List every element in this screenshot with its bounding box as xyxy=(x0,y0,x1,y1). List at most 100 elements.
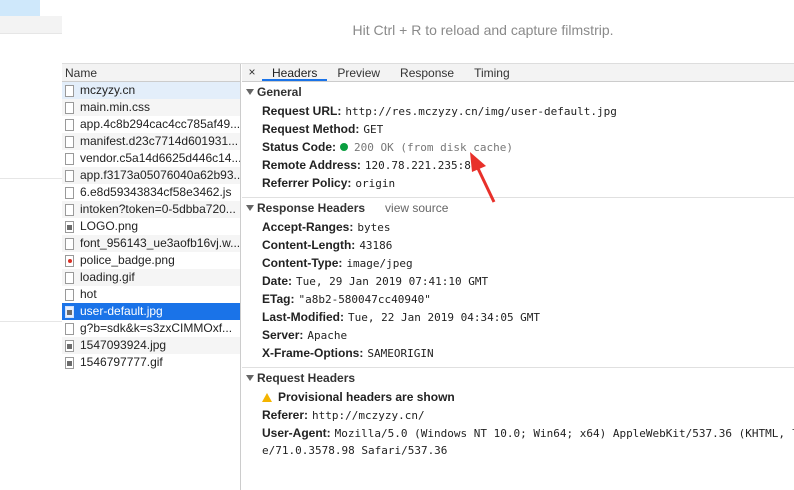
header-key: Remote Address: xyxy=(262,158,361,172)
request-row[interactable]: app.4c8b294cac4cc785af49... xyxy=(62,116,240,133)
header-key: Date: xyxy=(262,274,293,288)
request-name: g?b=sdk&k=s3zxCIMMOxf... xyxy=(80,321,233,335)
response-header-row: Server: Apache xyxy=(242,326,794,344)
request-row[interactable]: police_badge.png xyxy=(62,252,240,269)
file-icon xyxy=(65,322,74,335)
image-file-icon xyxy=(65,356,74,369)
header-key: Accept-Ranges: xyxy=(262,220,354,234)
warning-icon xyxy=(262,392,272,402)
page-background-gray-bar xyxy=(0,16,62,34)
request-list: mczyzy.cn main.min.css app.4c8b294cac4cc78… xyxy=(62,82,240,371)
header-value: origin xyxy=(355,177,396,190)
response-header-row: ETag: "a8b2-580047cc40940" xyxy=(242,290,794,308)
request-row[interactable]: mczyzy.cn xyxy=(62,82,240,99)
file-icon xyxy=(65,186,74,199)
request-row[interactable]: LOGO.png xyxy=(62,218,240,235)
general-section: General Request URL: http://res.mczyzy.cn… xyxy=(242,82,794,198)
tab-response[interactable]: Response xyxy=(390,64,464,81)
view-source-link[interactable]: view source xyxy=(385,198,448,218)
header-row-remote-address: Remote Address: 120.78.221.235:80 xyxy=(242,156,794,174)
file-icon xyxy=(65,288,74,301)
detail-tabbar: × Headers Preview Response Timing xyxy=(242,64,794,82)
header-value: 200 OK (from disk cache) xyxy=(354,141,513,154)
provisional-warning: Provisional headers are shown xyxy=(242,388,794,406)
tab-headers[interactable]: Headers xyxy=(262,64,328,81)
request-name: user-default.jpg xyxy=(80,304,163,318)
request-row[interactable]: 1546797777.gif xyxy=(62,354,240,371)
tab-preview[interactable]: Preview xyxy=(327,64,390,81)
request-detail-panel: × Headers Preview Response Timing Genera… xyxy=(242,64,794,490)
page-background xyxy=(0,0,62,490)
header-key: Referer: xyxy=(262,408,309,422)
header-key: Content-Type: xyxy=(262,256,343,270)
header-value: GET xyxy=(363,123,384,136)
triangle-down-icon xyxy=(246,89,254,95)
file-icon xyxy=(65,203,74,216)
request-row[interactable]: vendor.c5a14d6625d446c14... xyxy=(62,150,240,167)
file-icon xyxy=(65,118,74,131)
header-key: Server: xyxy=(262,328,304,342)
request-row[interactable]: intoken?token=0-5dbba720... xyxy=(62,201,240,218)
request-row[interactable]: manifest.d23c7714d601931... xyxy=(62,133,240,150)
request-name: font_956143_ue3aofb16vj.w... xyxy=(80,236,240,250)
request-name: vendor.c5a14d6625d446c14... xyxy=(80,151,240,165)
header-value: Mozilla/5.0 (Windows NT 10.0; Win64; x64… xyxy=(334,427,794,440)
header-value: Tue, 22 Jan 2019 04:34:05 GMT xyxy=(348,311,541,324)
request-row[interactable]: app.f3173a05076040a62b93... xyxy=(62,167,240,184)
response-header-row: X-Frame-Options: SAMEORIGIN xyxy=(242,344,794,362)
page-background-blue-block xyxy=(0,0,40,16)
request-row[interactable]: g?b=sdk&k=s3zxCIMMOxf... xyxy=(62,320,240,337)
header-value: bytes xyxy=(357,221,391,234)
request-row[interactable]: loading.gif xyxy=(62,269,240,286)
status-ok-icon xyxy=(340,142,349,151)
name-column-header[interactable]: Name xyxy=(62,64,240,82)
request-name: LOGO.png xyxy=(80,219,139,233)
triangle-down-icon xyxy=(246,205,254,211)
request-list-panel: Name mczyzy.cn main.min.css app.4c8b294cac… xyxy=(62,64,241,490)
request-headers-section: Request Headers Provisional headers are … xyxy=(242,368,794,465)
request-name: intoken?token=0-5dbba720... xyxy=(80,202,236,216)
request-row[interactable]: main.min.css xyxy=(62,99,240,116)
image-file-icon xyxy=(65,305,74,318)
request-name: mczyzy.cn xyxy=(80,83,136,97)
header-value: Apache xyxy=(307,329,348,342)
header-value: 43186 xyxy=(359,239,393,252)
page-background-divider xyxy=(0,178,62,179)
general-section-toggle[interactable]: General xyxy=(242,82,794,102)
request-name: police_badge.png xyxy=(80,253,175,267)
response-header-row: Content-Type: image/jpeg xyxy=(242,254,794,272)
request-row[interactable]: user-default.jpg xyxy=(62,303,240,320)
close-icon[interactable]: × xyxy=(242,64,262,81)
header-key: Last-Modified: xyxy=(262,310,344,324)
response-header-row: Content-Length: 43186 xyxy=(242,236,794,254)
header-value-continuation: e/71.0.3578.98 Safari/537.36 xyxy=(262,444,448,457)
header-value: Tue, 29 Jan 2019 07:41:10 GMT xyxy=(296,275,489,288)
image-file-icon xyxy=(65,339,74,352)
header-key: X-Frame-Options: xyxy=(262,346,364,360)
header-value: 120.78.221.235:80 xyxy=(364,159,478,172)
response-headers-toggle[interactable]: Response Headers view source xyxy=(242,198,794,218)
header-row-referer: Referer: http://mczyzy.cn/ xyxy=(242,406,794,424)
header-row-user-agent: User-Agent: Mozilla/5.0 (Windows NT 10.0;… xyxy=(242,424,794,442)
request-name: 6.e8d59343834cf58e3462.js xyxy=(80,185,232,199)
file-icon xyxy=(65,135,74,148)
header-key: Status Code: xyxy=(262,140,337,154)
triangle-down-icon xyxy=(246,375,254,381)
header-key: ETag: xyxy=(262,292,295,306)
header-row-referrer-policy: Referrer Policy: origin xyxy=(242,174,794,192)
request-name: loading.gif xyxy=(80,270,135,284)
request-row[interactable]: 6.e8d59343834cf58e3462.js xyxy=(62,184,240,201)
request-name: hot xyxy=(80,287,97,301)
request-headers-toggle[interactable]: Request Headers xyxy=(242,368,794,388)
file-icon xyxy=(65,101,74,114)
tab-timing[interactable]: Timing xyxy=(464,64,520,81)
provisional-warning-text: Provisional headers are shown xyxy=(278,390,455,404)
response-headers-list: Accept-Ranges: bytes Content-Length: 43186 C… xyxy=(242,218,794,362)
file-icon xyxy=(65,152,74,165)
request-row[interactable]: 1547093924.jpg xyxy=(62,337,240,354)
header-row-status-code: Status Code: 200 OK (from disk cache) xyxy=(242,138,794,156)
header-value: "a8b2-580047cc40940" xyxy=(298,293,431,306)
request-row[interactable]: font_956143_ue3aofb16vj.w... xyxy=(62,235,240,252)
request-row[interactable]: hot xyxy=(62,286,240,303)
header-value: http://res.mczyzy.cn/img/user-default.jp… xyxy=(345,105,617,118)
